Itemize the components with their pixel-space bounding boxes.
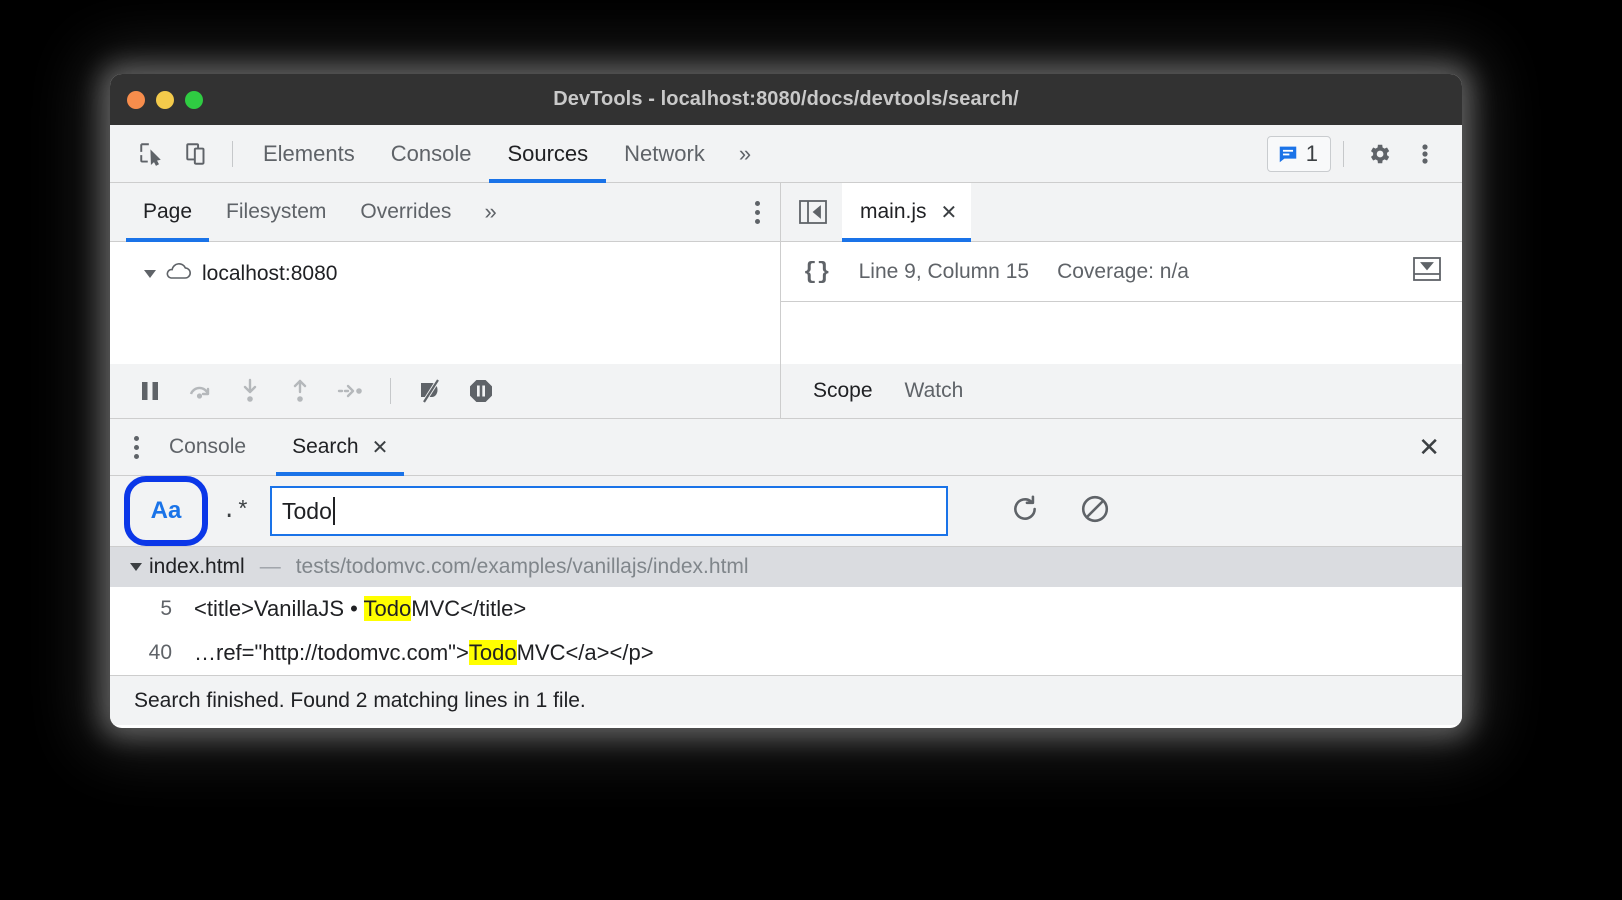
step-out-icon[interactable] xyxy=(278,369,322,413)
pause-on-exceptions-icon[interactable] xyxy=(459,369,503,413)
result-line-text: <title>VanillaJS • TodoMVC</title> xyxy=(194,596,526,622)
show-navigator-icon[interactable] xyxy=(796,196,830,228)
result-file-name: index.html xyxy=(149,555,245,578)
tab-console[interactable]: Console xyxy=(373,125,490,183)
close-icon[interactable]: ✕ xyxy=(372,435,389,460)
editor-tab-label: main.js xyxy=(860,200,927,223)
search-status-bar: Search finished. Found 2 matching lines … xyxy=(110,675,1462,725)
editor-tab-main-js[interactable]: main.js ✕ xyxy=(842,182,972,242)
more-tabs-icon[interactable]: » xyxy=(723,141,764,167)
result-line-number: 40 xyxy=(148,641,172,664)
cloud-icon xyxy=(163,260,193,288)
debugger-row: Scope Watch xyxy=(110,364,1462,419)
coverage-status: Coverage: n/a xyxy=(1057,259,1189,283)
tab-network[interactable]: Network xyxy=(606,125,723,183)
tab-filesystem[interactable]: Filesystem xyxy=(209,183,343,242)
result-file-row[interactable]: index.html — tests/todomvc.com/examples/… xyxy=(110,547,1462,587)
close-drawer-button[interactable]: ✕ xyxy=(1418,432,1440,463)
traffic-lights xyxy=(110,90,203,109)
toolbar-divider xyxy=(232,140,233,167)
navigator-more-tabs-icon[interactable]: » xyxy=(468,199,509,225)
result-match-highlight: Todo xyxy=(468,640,517,665)
result-text-after: MVC</title> xyxy=(411,596,527,621)
result-text-before: …ref="http://todomvc.com"> xyxy=(194,640,469,665)
result-text-after: MVC</a></p> xyxy=(516,640,654,665)
tab-scope[interactable]: Scope xyxy=(797,379,889,403)
window-title: DevTools - localhost:8080/docs/devtools/… xyxy=(553,88,1019,110)
main-toolbar-right: 1 xyxy=(1266,131,1462,177)
match-case-label: Aa xyxy=(150,497,182,524)
more-options-icon[interactable] xyxy=(1402,131,1448,177)
toggle-drawer-icon[interactable] xyxy=(1412,255,1442,288)
debugger-divider xyxy=(390,378,391,404)
chevron-down-icon[interactable] xyxy=(130,563,142,571)
search-toolbar: Aa .* Todo xyxy=(110,476,1462,547)
tree-item-label: localhost:8080 xyxy=(202,262,338,285)
step-into-icon[interactable] xyxy=(228,369,272,413)
editor-pane: main.js ✕ {} Line 9, Column 15 Coverage:… xyxy=(781,182,1462,364)
close-icon[interactable]: ✕ xyxy=(941,200,958,225)
toolbar-divider-right xyxy=(1343,140,1344,167)
tab-overrides[interactable]: Overrides xyxy=(343,183,468,242)
device-toolbar-icon[interactable] xyxy=(174,131,220,177)
zoom-window-button[interactable] xyxy=(185,90,203,109)
navigator-more-options-icon[interactable] xyxy=(755,200,760,224)
main-toolbar: Elements Console Sources Network » 1 xyxy=(110,125,1462,183)
regex-button[interactable]: .* xyxy=(216,498,256,524)
drawer-tab-console[interactable]: Console xyxy=(153,419,262,476)
cursor-position: Line 9, Column 15 xyxy=(858,259,1030,283)
clear-icon[interactable] xyxy=(1080,494,1110,529)
result-text-before: <title>VanillaJS • xyxy=(194,596,364,621)
step-over-icon[interactable] xyxy=(178,369,222,413)
title-bar: DevTools - localhost:8080/docs/devtools/… xyxy=(110,74,1462,125)
search-input-value: Todo xyxy=(282,497,332,524)
tree-item-localhost[interactable]: localhost:8080 xyxy=(110,242,780,288)
search-status-text: Search finished. Found 2 matching lines … xyxy=(134,688,586,712)
tab-elements[interactable]: Elements xyxy=(245,125,373,183)
step-icon[interactable] xyxy=(328,369,372,413)
console-messages-badge[interactable]: 1 xyxy=(1266,135,1331,172)
pretty-print-icon[interactable]: {} xyxy=(803,259,831,285)
drawer-tabbar: Console Search ✕ ✕ xyxy=(110,419,1462,476)
editor-status-bar: {} Line 9, Column 15 Coverage: n/a xyxy=(781,242,1462,302)
navigator-tabbar: Page Filesystem Overrides » xyxy=(110,183,780,242)
result-match-highlight: Todo xyxy=(363,596,412,621)
search-input[interactable]: Todo xyxy=(270,486,948,536)
navigator-pane: Page Filesystem Overrides » localhost:80… xyxy=(110,183,781,364)
refresh-icon[interactable] xyxy=(1010,494,1040,529)
result-file-separator: — xyxy=(259,555,281,578)
match-case-button[interactable]: Aa xyxy=(124,476,208,546)
minimize-window-button[interactable] xyxy=(156,90,174,109)
close-window-button[interactable] xyxy=(127,90,145,109)
text-cursor xyxy=(332,497,335,525)
result-file-path: tests/todomvc.com/examples/vanillajs/ind… xyxy=(295,555,749,578)
settings-gear-icon[interactable] xyxy=(1356,131,1402,177)
drawer-tab-console-label: Console xyxy=(169,435,247,458)
message-count: 1 xyxy=(1305,140,1318,166)
chevron-down-icon[interactable] xyxy=(144,270,156,278)
tab-sources[interactable]: Sources xyxy=(489,125,606,183)
drawer-tab-search[interactable]: Search ✕ xyxy=(276,419,405,476)
sources-split: Page Filesystem Overrides » localhost:80… xyxy=(110,182,1462,364)
result-row[interactable]: 5 <title>VanillaJS • TodoMVC</title> xyxy=(110,587,1462,631)
pause-script-icon[interactable] xyxy=(128,369,172,413)
scope-tabbar: Scope Watch xyxy=(781,364,1462,418)
result-line-number: 5 xyxy=(160,597,172,620)
debugger-toolbar xyxy=(110,364,781,418)
inspect-element-icon[interactable] xyxy=(128,131,174,177)
drawer-tab-search-label: Search xyxy=(292,435,359,458)
result-line-text: …ref="http://todomvc.com">TodoMVC</a></p… xyxy=(194,640,654,666)
devtools-window: DevTools - localhost:8080/docs/devtools/… xyxy=(110,74,1462,728)
message-icon xyxy=(1279,146,1296,162)
tab-page[interactable]: Page xyxy=(126,183,210,242)
deactivate-breakpoints-icon[interactable] xyxy=(409,369,453,413)
editor-tabbar: main.js ✕ xyxy=(781,182,1462,242)
result-row[interactable]: 40 …ref="http://todomvc.com">TodoMVC</a>… xyxy=(110,631,1462,675)
tab-watch[interactable]: Watch xyxy=(889,379,980,403)
drawer-more-options-icon[interactable] xyxy=(134,435,139,459)
search-results: index.html — tests/todomvc.com/examples/… xyxy=(110,547,1462,675)
